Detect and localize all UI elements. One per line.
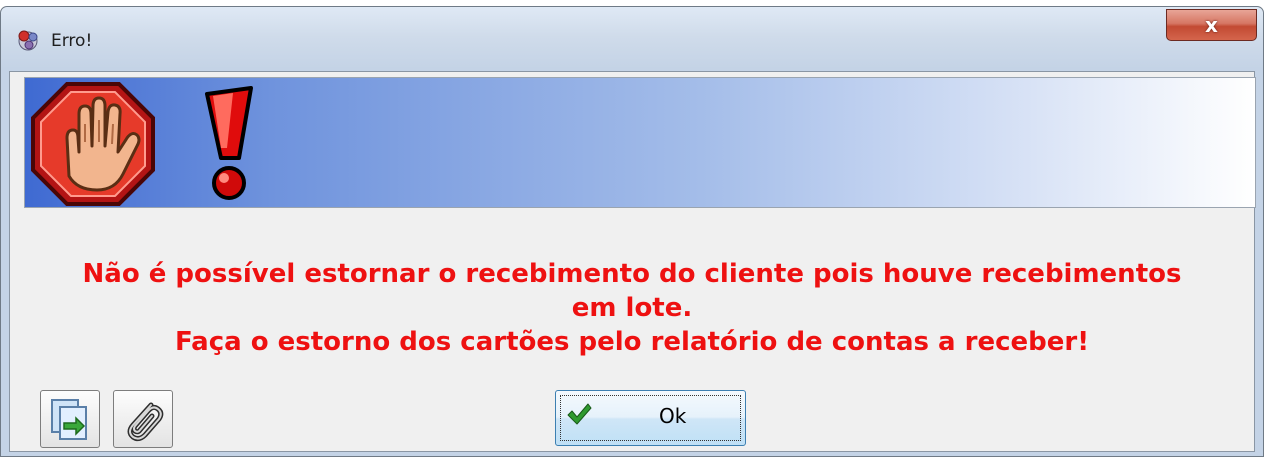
copy-icon [51, 399, 87, 440]
error-message: Não é possível estornar o recebimento do… [10, 257, 1254, 359]
close-button[interactable]: x [1166, 9, 1257, 41]
checkmark-icon [567, 403, 592, 425]
paperclip-icon [127, 402, 164, 442]
error-banner [24, 77, 1256, 208]
message-line-3: Faça o estorno dos cartões pelo relatóri… [174, 327, 1090, 357]
app-icon [18, 30, 38, 51]
error-dialog: Erro! x Não é possível estornar o recebi… [0, 6, 1264, 457]
ok-button-label: Ok [659, 404, 687, 428]
message-line-1: Não é possível estornar o recebimento do… [82, 259, 1182, 289]
message-line-2: em lote. [571, 293, 693, 323]
stop-hand-icon [31, 82, 155, 206]
dialog-body: Não é possível estornar o recebimento do… [9, 71, 1256, 452]
close-icon: x [1205, 13, 1218, 37]
attach-button[interactable] [113, 390, 173, 448]
ok-button[interactable]: Ok [555, 390, 746, 446]
title-bar[interactable]: Erro! x [1, 7, 1263, 71]
copy-button[interactable] [40, 390, 100, 448]
exclamation-icon [205, 86, 253, 200]
window-title: Erro! [51, 31, 93, 51]
